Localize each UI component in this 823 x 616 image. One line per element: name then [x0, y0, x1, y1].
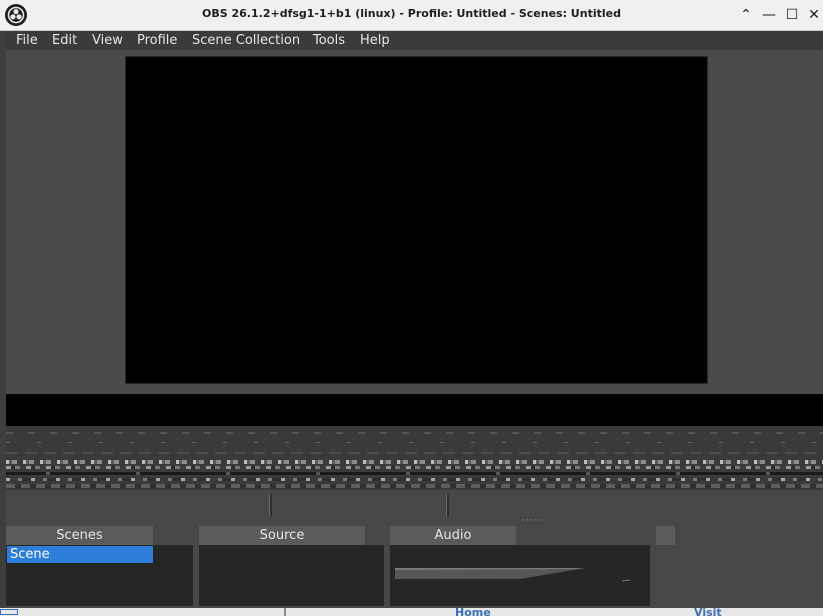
audio-dock-title: Audio	[390, 526, 516, 545]
background-app-strip: Home Visit	[0, 608, 823, 616]
sources-list[interactable]	[199, 545, 384, 606]
render-artifact-band	[6, 394, 823, 426]
controls-strip: ······	[6, 490, 823, 526]
minimize-icon[interactable]: —	[760, 6, 778, 24]
menu-file[interactable]: File	[16, 33, 38, 48]
scene-list-item[interactable]: Scene	[7, 546, 153, 563]
background-visit-link[interactable]: Visit	[694, 608, 722, 616]
restore-chevron-icon[interactable]: ⌃	[737, 6, 755, 24]
close-icon[interactable]: ✕	[805, 6, 823, 24]
dock-extra-tab[interactable]	[656, 526, 675, 545]
audio-mixer-panel	[390, 545, 650, 606]
splitter-handle[interactable]	[446, 494, 449, 516]
obs-main-window: OBS 26.1.2+dfsg1-1+b1 (linux) - Profile:…	[0, 0, 823, 608]
audio-meter-artifact	[395, 568, 631, 582]
maximize-icon[interactable]: ☐	[783, 6, 801, 24]
menu-profile[interactable]: Profile	[137, 33, 177, 48]
scenes-dock-title: Scenes	[6, 526, 153, 545]
resize-grip-icon[interactable]: ······	[522, 516, 545, 526]
program-preview-canvas[interactable]	[125, 56, 708, 384]
window-title: OBS 26.1.2+dfsg1-1+b1 (linux) - Profile:…	[202, 7, 621, 20]
sources-dock-title: Source	[199, 526, 365, 545]
menu-scene-collection[interactable]: Scene Collection	[192, 33, 300, 48]
menu-view[interactable]: View	[92, 33, 123, 48]
render-glitch-region	[6, 426, 823, 490]
menu-help[interactable]: Help	[360, 33, 390, 48]
title-bar[interactable]: OBS 26.1.2+dfsg1-1+b1 (linux) - Profile:…	[0, 0, 823, 31]
splitter-handle[interactable]	[269, 494, 272, 516]
background-separator	[284, 608, 286, 616]
background-home-link[interactable]: Home	[455, 608, 491, 616]
background-app-widget	[0, 609, 18, 615]
menu-tools[interactable]: Tools	[313, 33, 345, 48]
menu-bar: File Edit View Profile Scene Collection …	[6, 31, 823, 50]
menu-edit[interactable]: Edit	[52, 33, 77, 48]
